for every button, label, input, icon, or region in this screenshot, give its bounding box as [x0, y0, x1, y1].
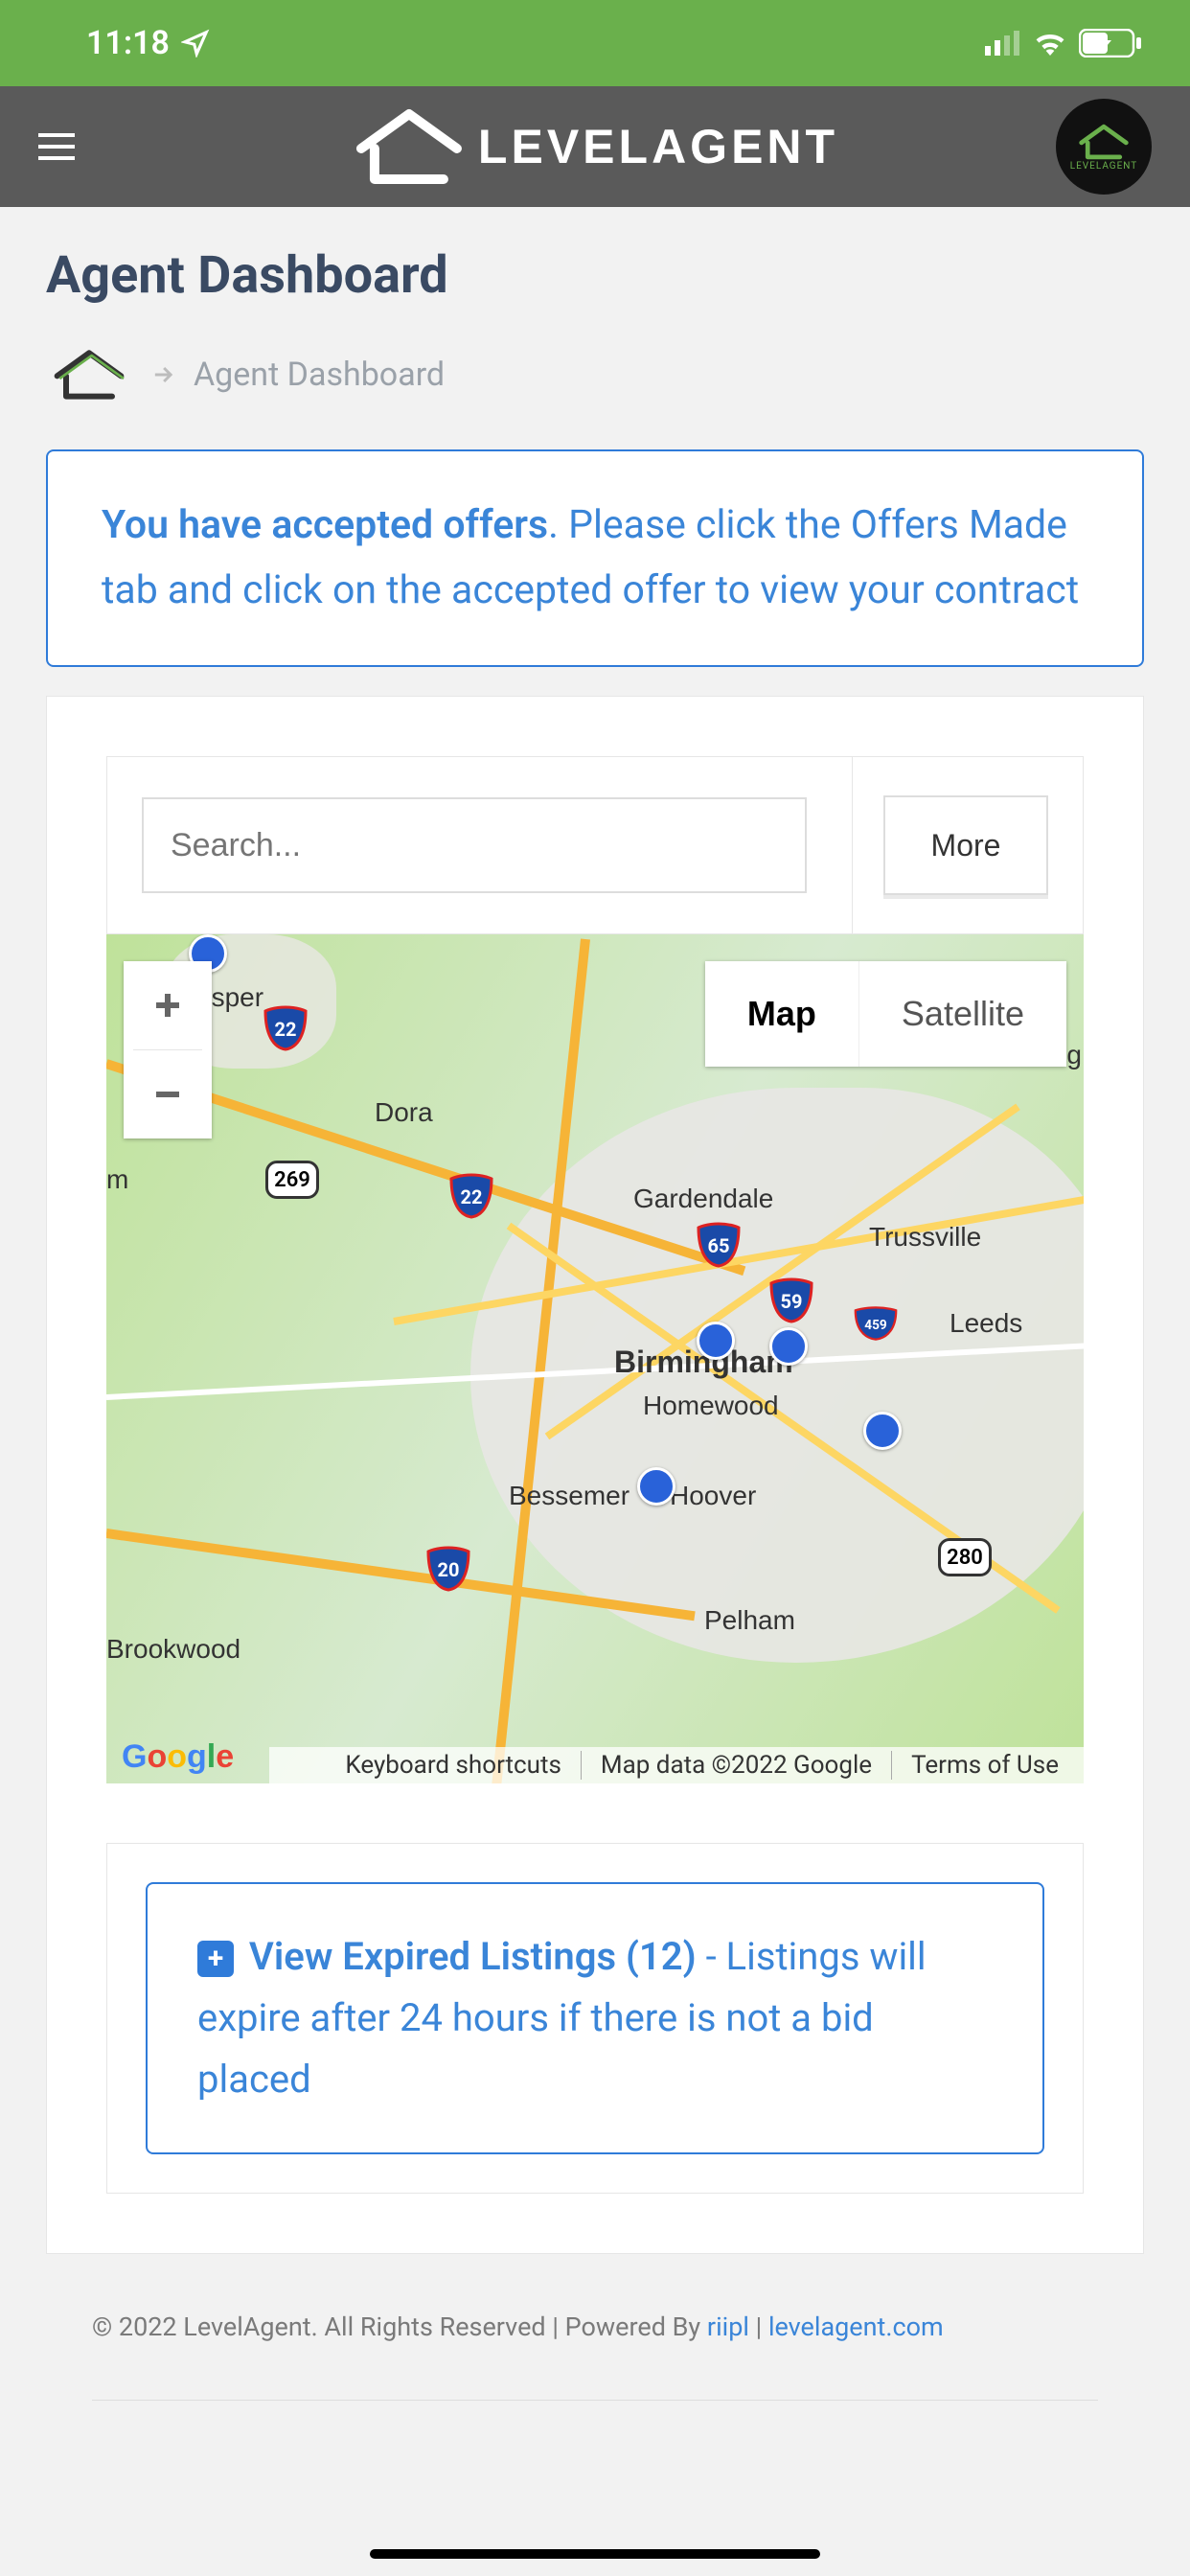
- map-marker[interactable]: [697, 1322, 735, 1360]
- time-text: 11:18: [86, 24, 170, 62]
- svg-text:20: 20: [438, 1558, 460, 1581]
- avatar-label: LEVELAGENT: [1070, 161, 1138, 172]
- map-marker[interactable]: [637, 1467, 675, 1506]
- menu-button[interactable]: [38, 126, 80, 168]
- svg-text:22: 22: [461, 1185, 483, 1208]
- map-card: More Jasper Dora Gardendale Trussville L…: [46, 696, 1144, 2254]
- svg-text:59: 59: [781, 1290, 803, 1313]
- map-label-gardendale: Gardendale: [633, 1184, 773, 1214]
- map-type-switch: Map Satellite: [705, 961, 1066, 1067]
- footer-link-levelagent[interactable]: levelagent.com: [768, 2312, 944, 2342]
- footer-sep: |: [749, 2312, 768, 2342]
- map-label-m: m: [106, 1164, 128, 1195]
- location-arrow-icon: [181, 29, 210, 58]
- map-label-bessemer: Bessemer: [509, 1481, 629, 1511]
- svg-text:65: 65: [708, 1234, 730, 1257]
- map-type-satellite[interactable]: Satellite: [859, 961, 1066, 1067]
- cellular-icon: [985, 31, 1021, 56]
- map-keyboard-shortcuts[interactable]: Keyboard shortcuts: [326, 1751, 581, 1780]
- avatar-house-icon: [1077, 123, 1131, 161]
- search-input[interactable]: [171, 827, 778, 864]
- battery-charging-icon: [1079, 29, 1142, 58]
- map-label-dora: Dora: [375, 1097, 433, 1128]
- zoom-in-button[interactable]: [124, 961, 212, 1049]
- map-label-homewood: Homewood: [643, 1391, 779, 1421]
- map-label-pelham: Pelham: [704, 1605, 795, 1636]
- brand: LEVELAGENT: [352, 106, 838, 187]
- status-bar: 11:18: [0, 0, 1190, 86]
- status-time: 11:18: [86, 24, 210, 62]
- home-indicator: [370, 2549, 820, 2559]
- shield-i22: 22: [262, 1005, 309, 1051]
- map-zoom-controls: [124, 961, 212, 1138]
- expired-listings-button[interactable]: + View Expired Listings (12) - Listings …: [146, 1882, 1044, 2154]
- plus-icon: +: [197, 1941, 234, 1977]
- nav-bar: LEVELAGENT LEVELAGENT: [0, 86, 1190, 207]
- shield-i65: 65: [695, 1222, 743, 1268]
- shield-i459: 459: [852, 1300, 915, 1346]
- footer: © 2022 LevelAgent. All Rights Reserved |…: [46, 2312, 1144, 2458]
- footer-link-riipl[interactable]: riipl: [707, 2312, 749, 2342]
- shield-i59: 59: [767, 1277, 815, 1323]
- map-marker[interactable]: [769, 1327, 808, 1366]
- map-label-trussville: Trussville: [869, 1222, 981, 1253]
- footer-divider: [92, 2400, 1098, 2401]
- content: Agent Dashboard Agent Dashboard You have…: [0, 207, 1190, 2458]
- svg-text:22: 22: [275, 1018, 297, 1041]
- status-icons: [985, 29, 1142, 58]
- map-label-leeds: Leeds: [950, 1308, 1022, 1339]
- zoom-out-button[interactable]: [124, 1050, 212, 1138]
- search-bar: More: [106, 756, 1084, 934]
- map-attribution: Keyboard shortcuts Map data ©2022 Google…: [269, 1747, 1084, 1783]
- breadcrumb: Agent Dashboard: [46, 348, 1144, 402]
- search-input-wrap[interactable]: [142, 797, 807, 893]
- brand-text: LEVELAGENT: [478, 119, 838, 174]
- chevron-right-icon: [149, 361, 176, 388]
- shield-us280: 280: [938, 1538, 992, 1576]
- google-logo: Google: [122, 1738, 234, 1776]
- shield-us269: 269: [265, 1161, 319, 1199]
- breadcrumb-current: Agent Dashboard: [194, 356, 445, 394]
- alert-bold: You have accepted offers: [102, 502, 548, 548]
- map-label-brookwood: Brookwood: [106, 1634, 240, 1665]
- shield-i20: 20: [424, 1546, 472, 1592]
- expired-title: View Expired Listings (12): [249, 1934, 706, 1979]
- page-title: Agent Dashboard: [46, 245, 1144, 306]
- expired-section: + View Expired Listings (12) - Listings …: [106, 1843, 1084, 2194]
- map-type-map[interactable]: Map: [705, 961, 859, 1067]
- avatar[interactable]: LEVELAGENT: [1056, 99, 1152, 195]
- map-terms-link[interactable]: Terms of Use: [891, 1751, 1078, 1780]
- map-data-copyright: Map data ©2022 Google: [581, 1751, 891, 1780]
- expired-dash: -: [706, 1934, 726, 1979]
- map-label-hoover: Hoover: [670, 1481, 756, 1511]
- svg-text:459: 459: [864, 1318, 887, 1333]
- map[interactable]: Jasper Dora Gardendale Trussville Leeds …: [106, 934, 1084, 1783]
- more-button[interactable]: More: [883, 795, 1048, 895]
- shield-i22: 22: [447, 1173, 495, 1219]
- footer-copyright: © 2022 LevelAgent. All Rights Reserved |…: [92, 2312, 707, 2342]
- map-marker[interactable]: [863, 1412, 902, 1450]
- accepted-offers-alert: You have accepted offers. Please click t…: [46, 449, 1144, 667]
- brand-house-icon: [352, 106, 467, 187]
- breadcrumb-home-icon[interactable]: [46, 348, 132, 402]
- wifi-icon: [1033, 31, 1067, 56]
